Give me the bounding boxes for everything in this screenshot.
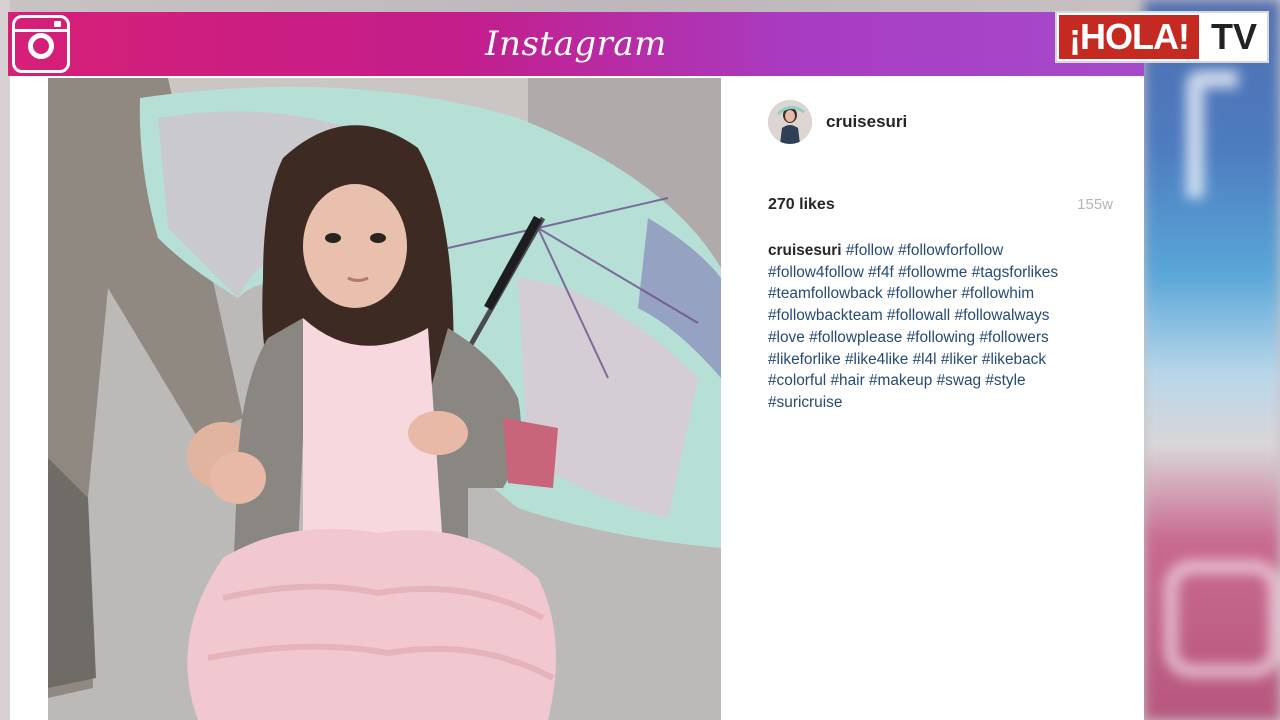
hashtag-link[interactable]: #likeforlike xyxy=(768,351,841,368)
hashtag-link[interactable]: #teamfollowback xyxy=(768,285,883,302)
hashtag-link[interactable]: #followall xyxy=(887,307,950,324)
caption-line: #followbackteam #followall #followalways xyxy=(768,305,1128,327)
hashtag-link[interactable]: #follow xyxy=(846,242,894,259)
background-social-icons xyxy=(1144,0,1280,720)
hashtag-link[interactable]: #like4like xyxy=(845,351,908,368)
hashtag-link[interactable]: #colorful xyxy=(768,372,826,389)
post-photo[interactable] xyxy=(48,78,721,720)
instagram-header-bar: Instagram xyxy=(8,12,1144,76)
caption-line: #teamfollowback #followher #followhim xyxy=(768,283,1128,305)
tv-logo-text: TV xyxy=(1210,16,1257,57)
caption-line: #likeforlike #like4like #l4l #liker #lik… xyxy=(768,349,1128,371)
avatar[interactable] xyxy=(768,100,812,144)
hashtag-link[interactable]: #f4f xyxy=(868,264,894,281)
caption-line: #colorful #hair #makeup #swag #style xyxy=(768,370,1128,392)
hashtag-link[interactable]: #followers xyxy=(979,329,1048,346)
post-caption: cruisesuri #follow #followforfollow #foll… xyxy=(768,240,1128,414)
hashtag-link[interactable]: #swag xyxy=(937,372,982,389)
hashtag-link[interactable]: #followhim xyxy=(961,285,1034,302)
hashtag-link[interactable]: #style xyxy=(985,372,1025,389)
instagram-wordmark: Instagram xyxy=(485,24,667,64)
caption-line: #love #followplease #following #follower… xyxy=(768,327,1128,349)
caption-line: #suricruise xyxy=(768,392,1128,414)
post-username[interactable]: cruisesuri xyxy=(826,112,907,132)
hashtag-link[interactable]: #liker xyxy=(941,351,978,368)
post-details-panel: cruisesuri 270 likes 155w cruisesuri #fo… xyxy=(722,78,1143,720)
hashtag-link[interactable]: #following xyxy=(907,329,975,346)
likes-count[interactable]: 270 likes xyxy=(768,196,835,214)
hashtag-link[interactable]: #followbackteam xyxy=(768,307,883,324)
hashtag-link[interactable]: #followforfollow xyxy=(898,242,1003,259)
hashtag-link[interactable]: #makeup xyxy=(869,372,932,389)
hashtag-link[interactable]: #suricruise xyxy=(768,394,842,411)
hashtag-link[interactable]: #hair xyxy=(830,372,864,389)
hashtag-link[interactable]: #l4l xyxy=(913,351,937,368)
hashtag-link[interactable]: #love xyxy=(768,329,805,346)
facebook-icon xyxy=(1186,70,1238,198)
hashtag-link[interactable]: #followme xyxy=(898,264,967,281)
hashtag-link[interactable]: #followplease xyxy=(809,329,902,346)
caption-username[interactable]: cruisesuri xyxy=(768,242,842,259)
caption-line: cruisesuri #follow #followforfollow xyxy=(768,240,1128,262)
instagram-icon xyxy=(1164,560,1280,678)
hashtag-link[interactable]: #follow4follow xyxy=(768,264,864,281)
hashtag-link[interactable]: #followher xyxy=(887,285,957,302)
hola-logo-text: ¡HOLA! xyxy=(1059,15,1199,59)
post-timestamp[interactable]: 155w xyxy=(1077,196,1113,213)
caption-line: #follow4follow #f4f #followme #tagsforli… xyxy=(768,262,1128,284)
hashtag-link[interactable]: #tagsforlikes xyxy=(972,264,1058,281)
hashtag-link[interactable]: #followalways xyxy=(955,307,1050,324)
hashtag-link[interactable]: #likeback xyxy=(982,351,1046,368)
background-strip-left xyxy=(0,0,10,720)
hola-tv-logo: ¡HOLA! TV xyxy=(1055,11,1269,63)
